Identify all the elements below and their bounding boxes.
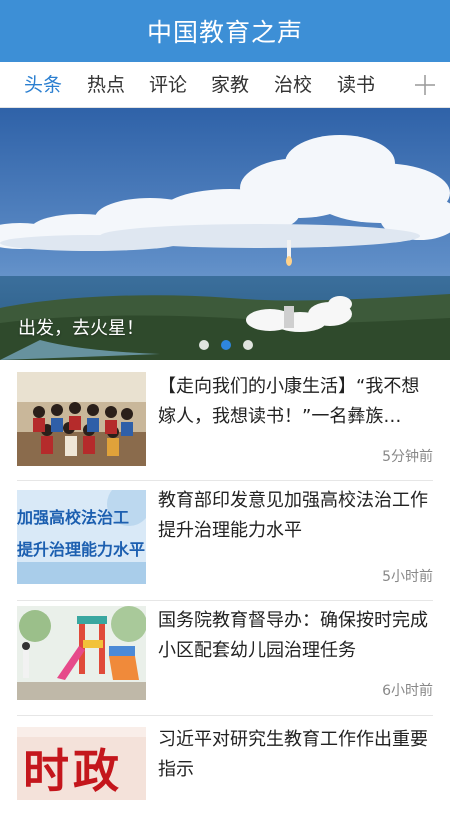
news-time: 5分钟前: [382, 449, 433, 465]
banner-caption: 出发，去火星！: [18, 318, 144, 339]
category-tab-bar: 头条 热点 评论 家教 治校 读书: [0, 62, 450, 108]
app-title-bar: 中国教育之声: [0, 0, 450, 62]
carousel-dot-active[interactable]: [221, 340, 231, 350]
carousel-dot[interactable]: [199, 340, 209, 350]
add-tab-button[interactable]: [410, 62, 440, 108]
news-title: 国务院教育督导办：确保按时完成小区配套幼儿园治理任务: [158, 610, 428, 661]
thumbnail-text: 时政: [23, 744, 123, 798]
news-thumbnail: [17, 606, 146, 700]
news-item[interactable]: 国务院教育督导办：确保按时完成小区配套幼儿园治理任务 6小时前: [0, 600, 450, 720]
thumbnail-text: 提升治理能力水平: [17, 540, 146, 559]
app-title: 中国教育之声: [146, 18, 303, 47]
news-title: 教育部印发意见加强高校法治工作提升治理能力水平: [158, 490, 428, 541]
news-title: 【走向我们的小康生活】“我不想嫁人，我想读书！”一名彝族…: [158, 376, 420, 427]
carousel-indicator: [199, 340, 253, 350]
news-thumbnail: 加强高校法治工 提升治理能力水平: [17, 490, 146, 584]
tab-headlines[interactable]: 头条: [24, 62, 62, 108]
news-time: 6小时前: [382, 683, 433, 699]
tab-reading[interactable]: 读书: [337, 62, 375, 108]
thumbnail-text: 加强高校法治工: [17, 508, 130, 527]
tab-comment[interactable]: 评论: [149, 62, 187, 108]
carousel-banner[interactable]: 出发，去火星！: [0, 108, 450, 360]
news-title: 习近平对研究生教育工作作出重要指示: [158, 729, 428, 780]
news-thumbnail: [17, 372, 146, 466]
carousel-dot[interactable]: [243, 340, 253, 350]
news-item[interactable]: 【走向我们的小康生活】“我不想嫁人，我想读书！”一名彝族… 5分钟前: [0, 360, 450, 480]
news-item[interactable]: 加强高校法治工 提升治理能力水平 教育部印发意见加强高校法治工作提升治理能力水平…: [0, 480, 450, 600]
plus-icon: [415, 75, 435, 95]
tab-hot[interactable]: 热点: [87, 62, 125, 108]
news-item[interactable]: 时政 习近平对研究生教育工作作出重要指示: [0, 715, 450, 835]
news-thumbnail: 时政: [17, 727, 146, 800]
tab-school-management[interactable]: 治校: [274, 62, 312, 108]
news-time: 5小时前: [382, 569, 433, 585]
tab-family-education[interactable]: 家教: [211, 62, 249, 108]
